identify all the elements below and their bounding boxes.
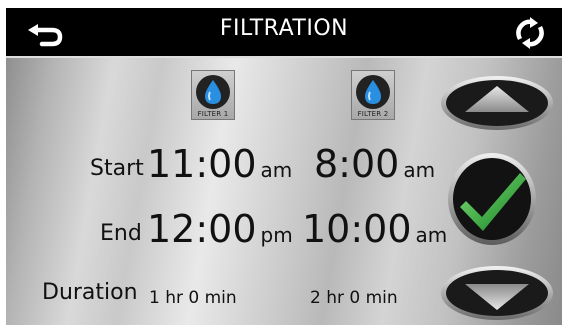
filter-2-end-ampm: am [415,223,448,247]
refresh-button[interactable] [512,17,548,49]
up-button[interactable] [439,74,555,136]
filter-2-duration: 2 hr 0 min [310,288,398,308]
confirm-button[interactable] [446,151,538,251]
filter-1-icon: FILTER 1 [191,70,235,120]
filter-2-end-time[interactable]: 10:00 am [302,207,447,251]
filter-1-end-ampm: pm [260,223,293,247]
down-button[interactable] [439,264,555,325]
filter-1-end-time[interactable]: 12:00 pm [147,207,293,251]
water-drop-icon [196,75,230,109]
filter-1-start-ampm: am [260,158,293,182]
filter-1-start-time[interactable]: 11:00 am [147,142,292,186]
filtration-panel: FILTER 1 FILTER 2 Start 11:00 am 8:00 am E… [6,58,562,325]
filtration-screen: FILTRATION FILTER 1 FILTER 2 Start 11:00… [6,8,562,325]
header-bar: FILTRATION [6,8,562,58]
water-drop-icon [356,75,390,109]
filter-2-caption: FILTER 2 [357,110,389,118]
duration-label: Duration [42,280,138,305]
filter-2-start-time[interactable]: 8:00 am [314,142,435,186]
filter-2-start-ampm: am [403,158,436,182]
filter-2-start-value: 8:00 [314,142,400,186]
filter-1-end-value: 12:00 [147,207,257,251]
filter-1-start-value: 11:00 [147,142,257,186]
page-title: FILTRATION [219,16,349,41]
up-arrow-icon [441,76,553,130]
checkmark-icon [448,153,536,245]
end-label: End [100,221,142,246]
filter-2-icon: FILTER 2 [351,70,395,120]
filter-2-end-value: 10:00 [302,207,412,251]
start-label: Start [90,156,144,181]
refresh-icon [516,17,544,49]
down-arrow-icon [441,266,553,320]
filter-1-caption: FILTER 1 [197,110,229,118]
filter-1-duration: 1 hr 0 min [149,288,237,308]
